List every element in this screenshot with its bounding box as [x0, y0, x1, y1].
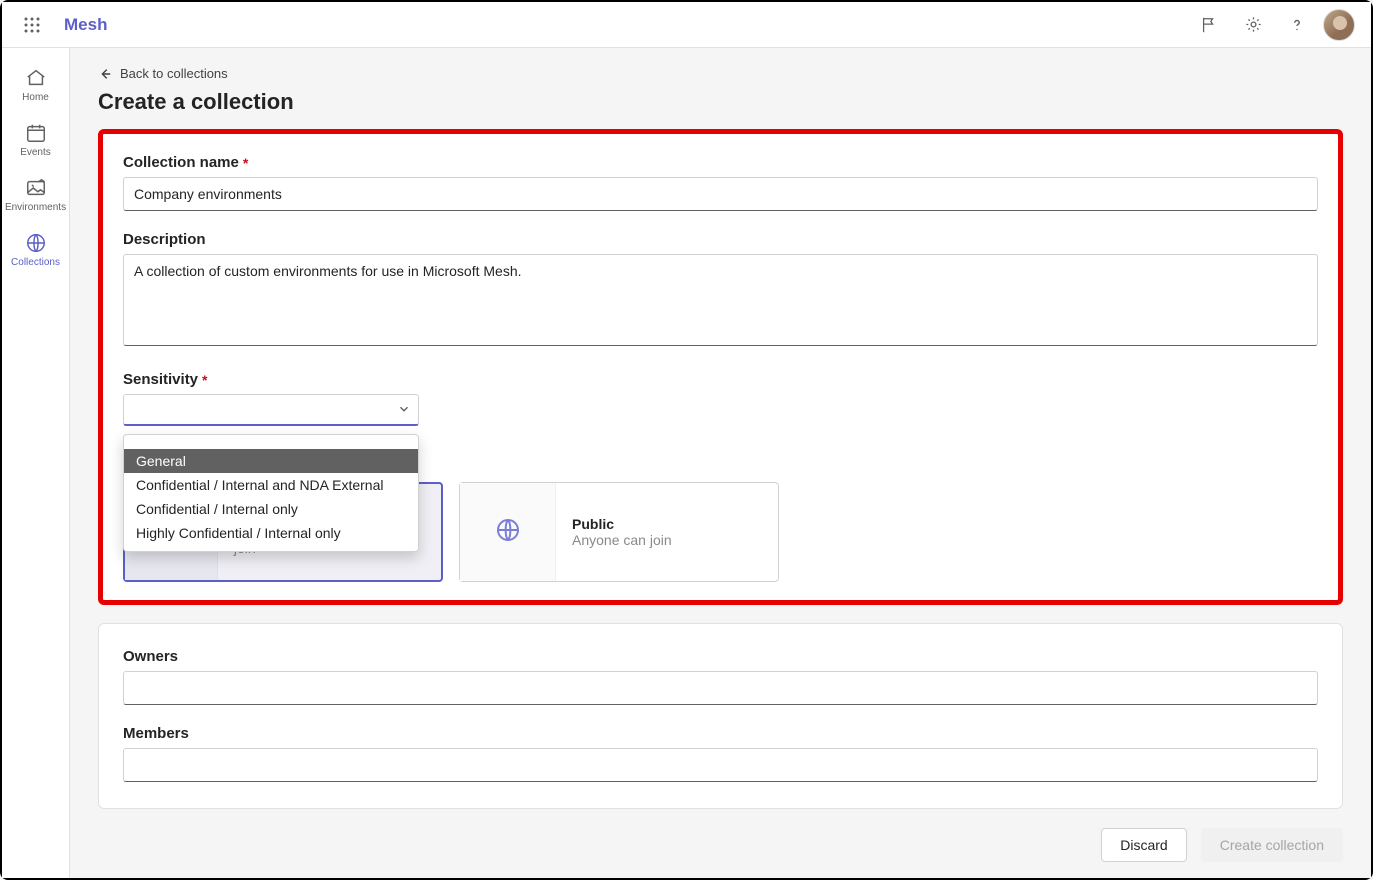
- rail-environments[interactable]: Environments: [6, 170, 66, 217]
- rail-label: Collections: [11, 257, 60, 268]
- description-input[interactable]: [123, 254, 1318, 346]
- members-label: Members: [123, 725, 1318, 742]
- rail-collections[interactable]: Collections: [6, 225, 66, 272]
- sensitivity-option[interactable]: General: [124, 449, 418, 473]
- gear-icon[interactable]: [1231, 5, 1275, 45]
- page-title: Create a collection: [98, 89, 1343, 115]
- owners-label: Owners: [123, 648, 1318, 665]
- description-label: Description: [123, 231, 1318, 248]
- rail-label: Home: [22, 92, 49, 103]
- calendar-icon: [24, 121, 48, 145]
- arrow-left-icon: [98, 67, 112, 81]
- privacy-public-title: Public: [572, 516, 672, 532]
- collection-name-input[interactable]: [123, 177, 1318, 211]
- app-title: Mesh: [64, 15, 107, 35]
- create-collection-button[interactable]: Create collection: [1201, 828, 1343, 862]
- rail-events[interactable]: Events: [6, 115, 66, 162]
- rail-label: Events: [20, 147, 51, 158]
- back-to-collections[interactable]: Back to collections: [98, 66, 228, 81]
- app-launcher-icon[interactable]: [12, 5, 52, 45]
- members-input[interactable]: [123, 748, 1318, 782]
- sensitivity-option[interactable]: Confidential / Internal and NDA External: [124, 473, 418, 497]
- back-link-label: Back to collections: [120, 66, 228, 81]
- globe-icon: [24, 231, 48, 255]
- image-icon: [24, 176, 48, 200]
- globe-icon: [493, 515, 523, 550]
- discard-button[interactable]: Discard: [1101, 828, 1186, 862]
- home-icon: [24, 66, 48, 90]
- rail-home[interactable]: Home: [6, 60, 66, 107]
- form-card-people: Owners Members: [98, 623, 1343, 809]
- sensitivity-label: Sensitivity*: [123, 371, 1318, 388]
- sensitivity-option[interactable]: Confidential / Internal only: [124, 497, 418, 521]
- sensitivity-select[interactable]: [123, 394, 419, 426]
- sensitivity-option[interactable]: Highly Confidential / Internal only: [124, 521, 418, 545]
- privacy-public-subtitle: Anyone can join: [572, 532, 672, 548]
- collection-name-label: Collection name*: [123, 154, 1318, 171]
- owners-input[interactable]: [123, 671, 1318, 705]
- sensitivity-dropdown: General Confidential / Internal and NDA …: [123, 434, 419, 552]
- flag-icon[interactable]: [1187, 5, 1231, 45]
- avatar[interactable]: [1323, 9, 1355, 41]
- privacy-tile-public[interactable]: Public Anyone can join: [459, 482, 779, 582]
- form-card-main: Collection name* Description Sensitivity…: [98, 129, 1343, 605]
- rail-label: Environments: [5, 202, 66, 213]
- help-icon[interactable]: [1275, 5, 1319, 45]
